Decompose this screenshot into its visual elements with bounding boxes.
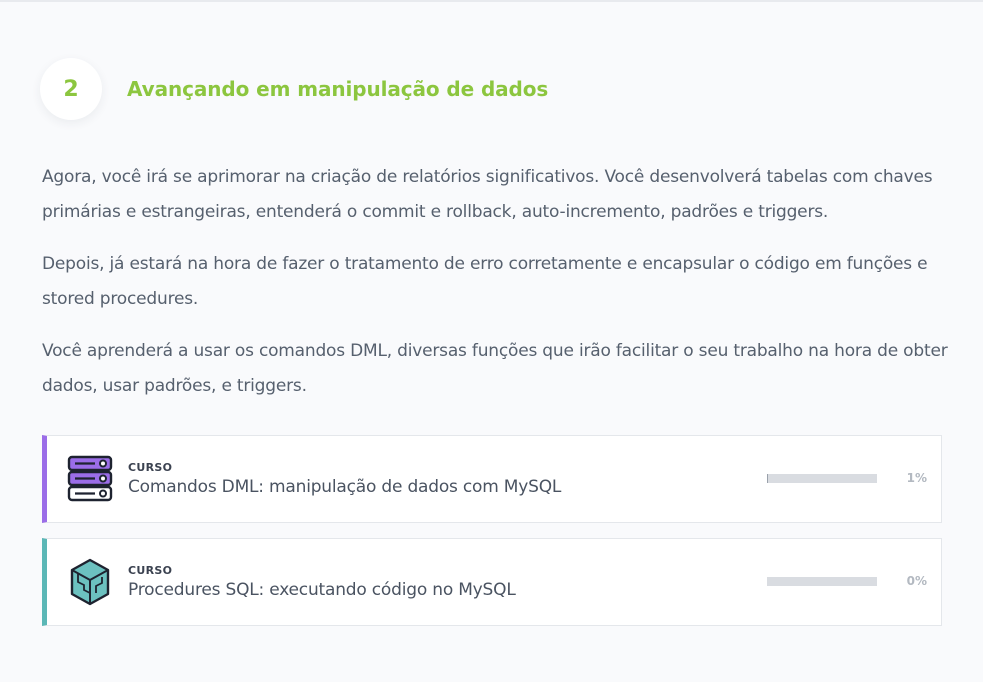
course-card-procedures-sql[interactable]: CURSO Procedures SQL: executando código … [42, 538, 942, 626]
course-text: CURSO Procedures SQL: executando código … [128, 564, 516, 600]
step-number-badge: 2 [40, 58, 102, 120]
course-card-comandos-dml[interactable]: CURSO Comandos DML: manipulação de dados… [42, 435, 942, 523]
top-divider [0, 0, 983, 2]
course-title: Comandos DML: manipulação de dados com M… [128, 477, 562, 497]
description-paragraph: Agora, você irá se aprimorar na criação … [42, 167, 933, 222]
step-header: 2 Avançando em manipulação de dados [40, 58, 548, 120]
step-title: Avançando em manipulação de dados [127, 77, 549, 101]
course-kind-label: CURSO [128, 461, 173, 474]
progress-bar-fill [767, 474, 769, 483]
step-description: Agora, você irá se aprimorar na criação … [42, 160, 957, 421]
course-list: CURSO Comandos DML: manipulação de dados… [42, 435, 942, 641]
description-paragraph: Você aprenderá a usar os comandos DML, d… [42, 341, 948, 396]
page: 2 Avançando em manipulação de dados Agor… [0, 0, 983, 682]
description-paragraph: Depois, já estará na hora de fazer o tra… [42, 254, 928, 309]
course-text: CURSO Comandos DML: manipulação de dados… [128, 461, 561, 497]
progress-percent: 1% [906, 471, 927, 485]
course-title: Procedures SQL: executando código no MyS… [128, 580, 516, 600]
progress-percent: 0% [906, 574, 927, 588]
progress-bar [767, 474, 877, 483]
course-kind-label: CURSO [128, 564, 173, 577]
database-servers-icon [65, 454, 115, 504]
progress-bar [767, 577, 877, 586]
cube-staircase-icon [65, 557, 115, 607]
